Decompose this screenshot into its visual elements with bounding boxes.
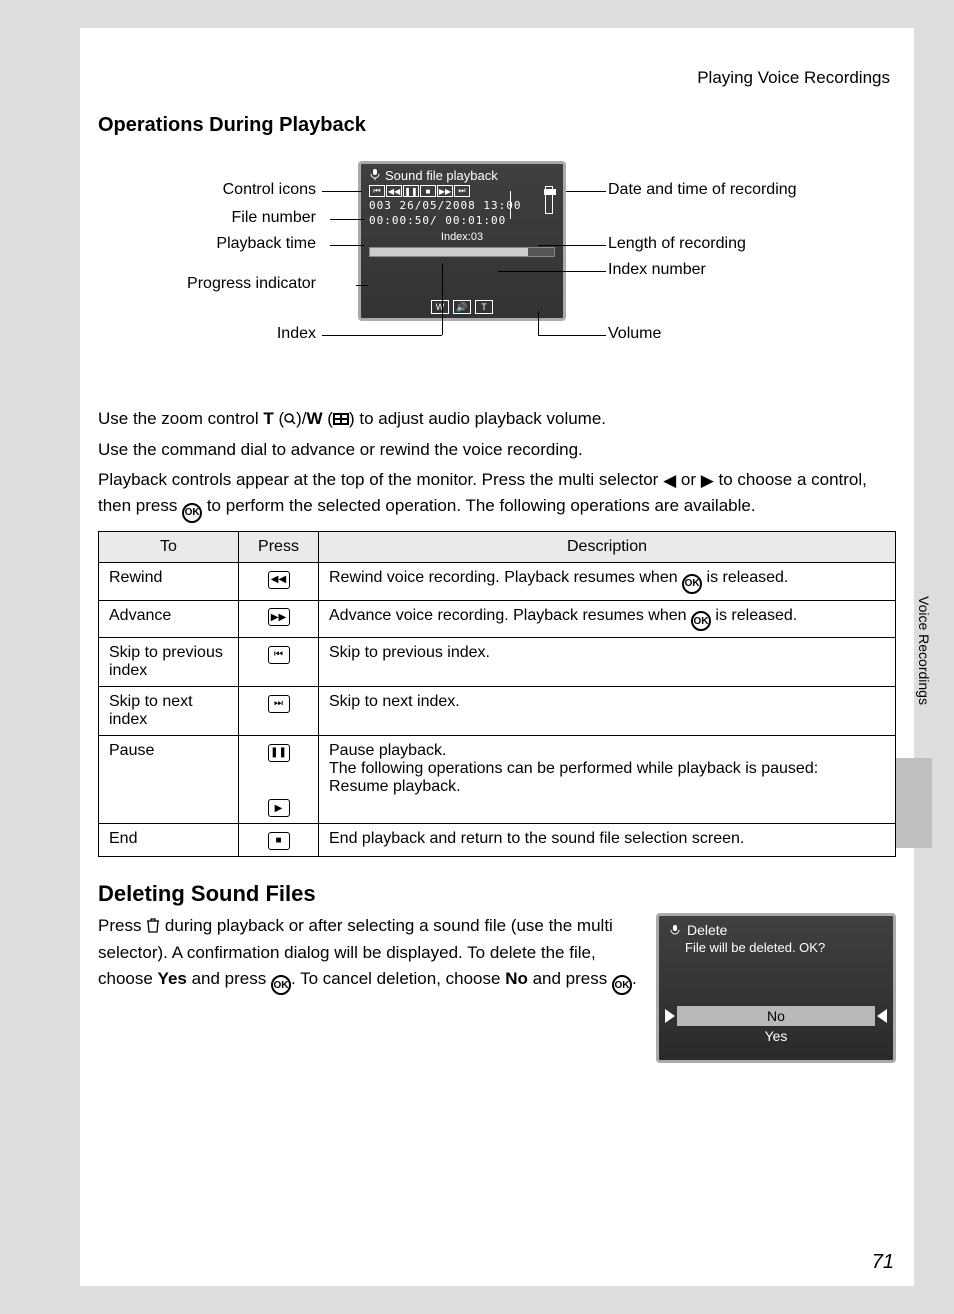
control-icons-row: ⏮ ◀◀ ❚❚ ■ ▶▶ ⏭ bbox=[369, 185, 555, 197]
anno-index-number: Index number bbox=[608, 261, 706, 279]
t-icon: T bbox=[475, 300, 493, 314]
playback-diagram: Sound file playback ⏮ ◀◀ ❚❚ ■ ▶▶ ⏭ 003 2… bbox=[98, 151, 896, 397]
magnify-icon bbox=[284, 413, 296, 425]
delete-title: Delete bbox=[687, 922, 727, 938]
side-tab: Voice Recordings bbox=[896, 588, 932, 848]
right-arrow-icon: ▶ bbox=[701, 469, 714, 494]
ok-icon: OK bbox=[182, 503, 202, 523]
operations-table: To Press Description Rewind ◀◀ Rewind vo… bbox=[98, 531, 896, 857]
para-zoom: Use the zoom control T ()/W () to adjust… bbox=[98, 407, 896, 432]
time-info-line: 00:00:50/ 00:01:00 bbox=[369, 214, 555, 227]
page-header: Playing Voice Recordings bbox=[98, 68, 896, 88]
table-row: Advance ▶▶ Advance voice recording. Play… bbox=[99, 600, 896, 638]
para-dial: Use the command dial to advance or rewin… bbox=[98, 438, 896, 463]
zoom-w: W bbox=[307, 409, 323, 428]
pause-icon: ❚❚ bbox=[403, 185, 419, 197]
trash-icon bbox=[146, 915, 160, 941]
anno-file-number: File number bbox=[232, 209, 316, 227]
delete-dialog-lcd: Delete File will be deleted. OK? No Yes bbox=[656, 913, 896, 1063]
skip-prev-icon: ⏮ bbox=[369, 185, 385, 197]
volume-slider bbox=[545, 186, 553, 214]
left-arrow-icon: ◀ bbox=[663, 469, 676, 494]
deleting-section: Press during playback or after selecting… bbox=[98, 913, 896, 1063]
anno-date-time: Date and time of recording bbox=[608, 181, 797, 199]
delete-option-yes: Yes bbox=[659, 1026, 893, 1046]
th-to: To bbox=[99, 532, 239, 563]
anno-playback-time: Playback time bbox=[216, 235, 316, 253]
bottom-icons: W 🔊 T bbox=[361, 300, 563, 314]
pause-btn-icon: ❚❚ bbox=[268, 744, 290, 762]
anno-control-icons: Control icons bbox=[223, 181, 316, 199]
rewind-btn-icon: ◀◀ bbox=[268, 571, 290, 589]
play-btn-icon: ▶ bbox=[268, 799, 290, 817]
anno-length: Length of recording bbox=[608, 235, 746, 253]
rewind-icon: ◀◀ bbox=[386, 185, 402, 197]
speaker-icon: 🔊 bbox=[453, 300, 471, 314]
para-controls: Playback controls appear at the top of t… bbox=[98, 468, 896, 523]
stop-icon: ■ bbox=[420, 185, 436, 197]
anno-progress: Progress indicator bbox=[187, 275, 316, 293]
table-row: Rewind ◀◀ Rewind voice recording. Playba… bbox=[99, 563, 896, 601]
skip-next-icon: ⏭ bbox=[454, 185, 470, 197]
anno-volume: Volume bbox=[608, 325, 661, 343]
skip-next-btn-icon: ⏭ bbox=[268, 695, 290, 713]
thumbnail-icon bbox=[333, 413, 349, 425]
th-desc: Description bbox=[319, 532, 896, 563]
advance-btn-icon: ▶▶ bbox=[268, 608, 290, 626]
index-line: Index:03 bbox=[369, 231, 555, 243]
table-row: Skip to previous index ⏮ Skip to previou… bbox=[99, 638, 896, 687]
manual-page: Playing Voice Recordings Operations Duri… bbox=[80, 28, 914, 1286]
th-press: Press bbox=[239, 532, 319, 563]
zoom-t: T bbox=[263, 409, 273, 428]
deleting-paragraph: Press during playback or after selecting… bbox=[98, 913, 642, 996]
ok-icon: OK bbox=[271, 975, 291, 995]
ok-icon: OK bbox=[691, 611, 711, 631]
mic-icon bbox=[369, 168, 381, 183]
table-row: End ■ End playback and return to the sou… bbox=[99, 824, 896, 857]
advance-icon: ▶▶ bbox=[437, 185, 453, 197]
file-info-line: 003 26/05/2008 13:00 bbox=[369, 199, 555, 212]
section-title-deleting: Deleting Sound Files bbox=[98, 881, 896, 907]
skip-prev-btn-icon: ⏮ bbox=[268, 646, 290, 664]
ok-icon: OK bbox=[682, 574, 702, 594]
delete-option-no: No bbox=[677, 1006, 875, 1026]
w-icon: W bbox=[431, 300, 449, 314]
page-number: 71 bbox=[872, 1251, 894, 1274]
section-title-operations: Operations During Playback bbox=[98, 114, 896, 137]
lcd-title: Sound file playback bbox=[385, 168, 498, 183]
ok-icon: OK bbox=[612, 975, 632, 995]
progress-bar bbox=[369, 247, 555, 257]
table-row: Skip to next index ⏭ Skip to next index. bbox=[99, 687, 896, 736]
lcd-screen: Sound file playback ⏮ ◀◀ ❚❚ ■ ▶▶ ⏭ 003 2… bbox=[358, 161, 566, 321]
side-tab-label: Voice Recordings bbox=[896, 588, 932, 758]
delete-message: File will be deleted. OK? bbox=[659, 938, 893, 955]
anno-index: Index bbox=[277, 325, 316, 343]
stop-btn-icon: ■ bbox=[268, 832, 290, 850]
mic-icon bbox=[669, 924, 681, 936]
table-row: Pause ❚❚ ▶ Pause playback. The following… bbox=[99, 736, 896, 824]
